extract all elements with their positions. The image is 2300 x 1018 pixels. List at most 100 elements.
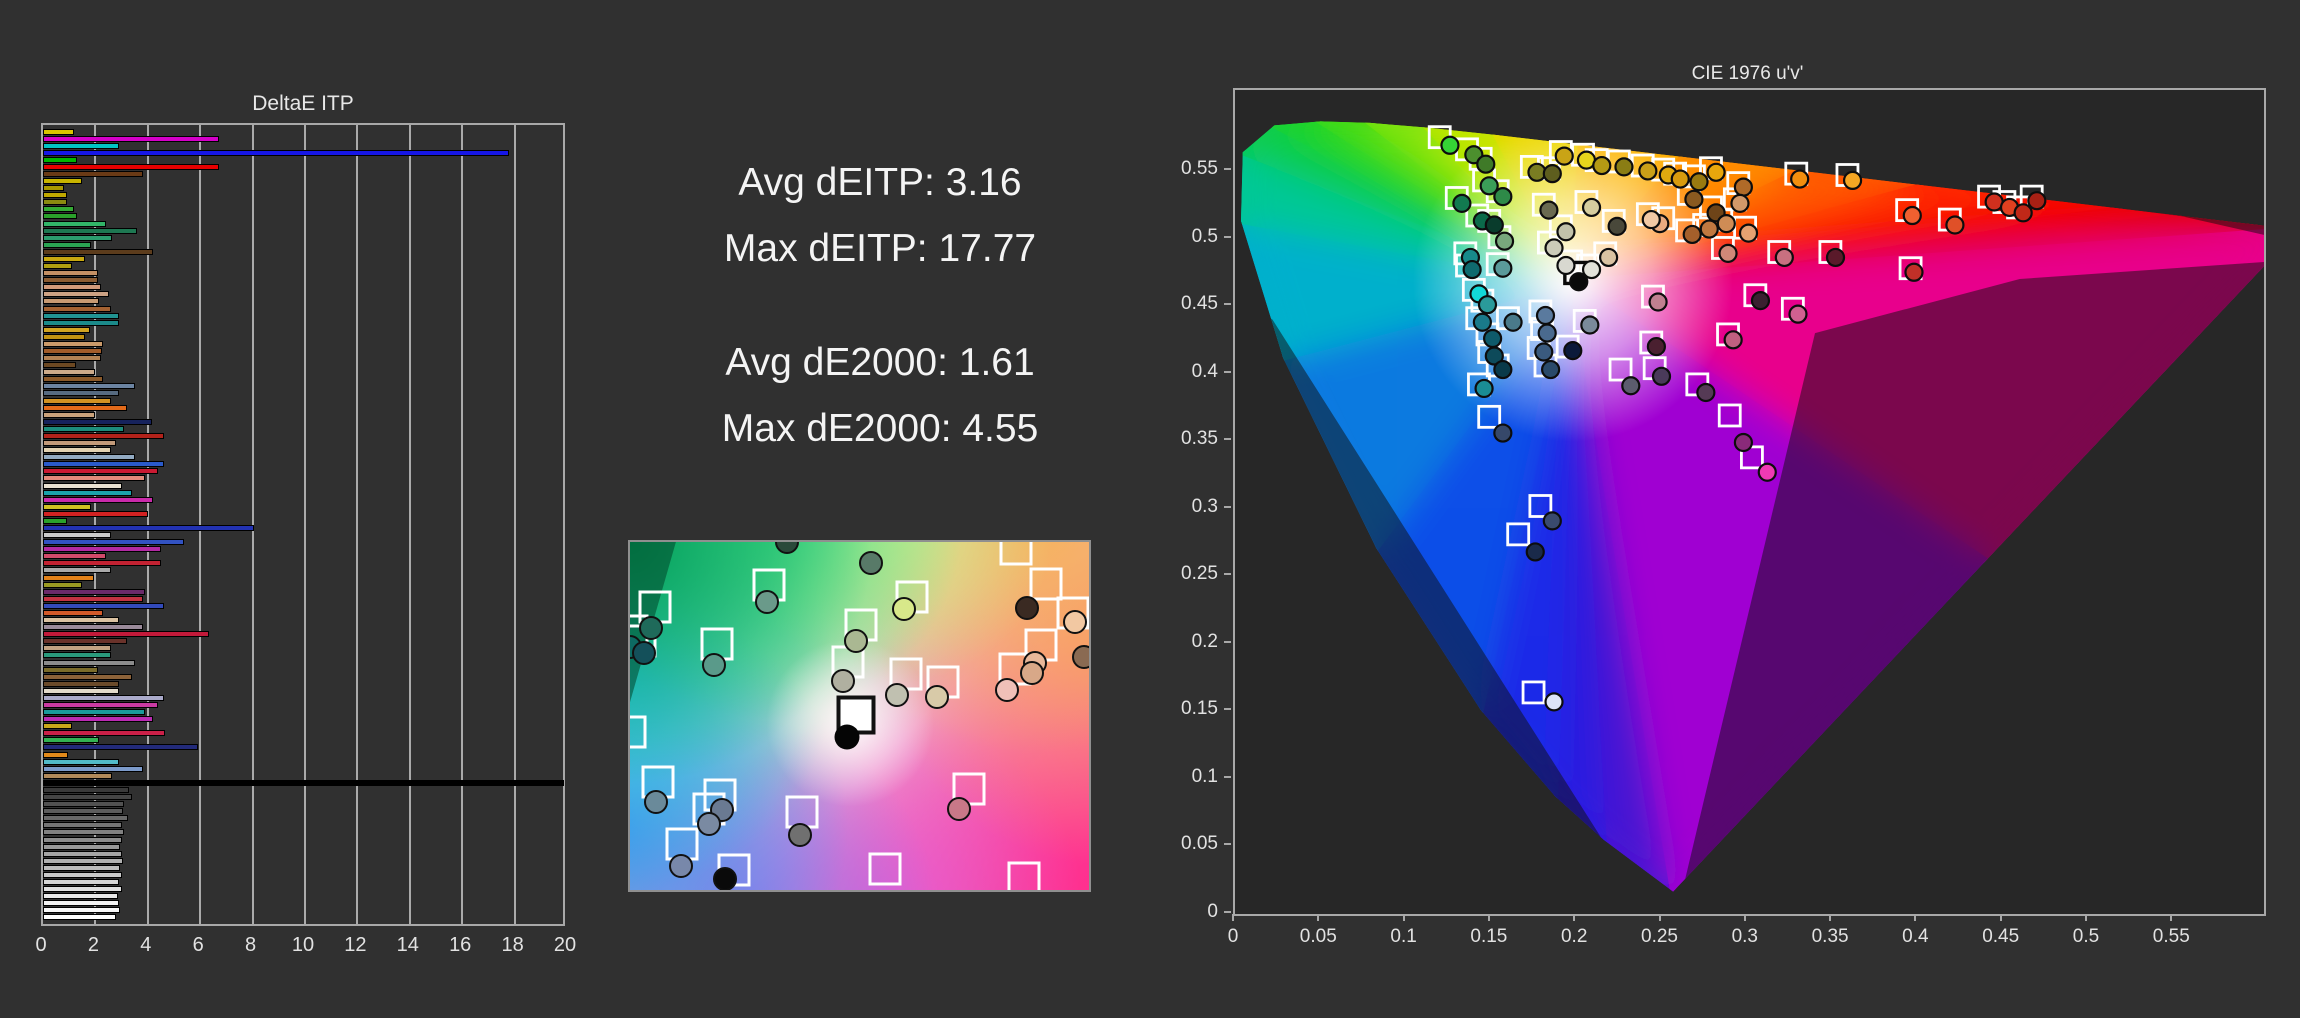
measured-circle	[1556, 255, 1576, 276]
x-tick-label: 4	[140, 934, 152, 956]
x-tick-mark	[1402, 914, 1405, 921]
bar	[43, 503, 92, 510]
measured-circle	[1716, 214, 1736, 234]
bar	[43, 907, 121, 914]
x-tick-label: 16	[449, 934, 472, 956]
bar	[43, 560, 161, 567]
bar	[43, 425, 125, 432]
bar	[43, 772, 113, 779]
x-tick-label: 0.4	[1902, 926, 1929, 947]
bar	[43, 347, 102, 354]
bar	[43, 864, 121, 871]
target-square	[630, 715, 647, 749]
bar	[43, 567, 112, 574]
measured-circle	[787, 823, 812, 848]
x-tick-mark	[1317, 914, 1320, 921]
bar	[43, 609, 104, 616]
measured-circle	[1484, 215, 1504, 235]
bar	[43, 305, 112, 312]
bar	[43, 914, 117, 921]
bar	[43, 709, 146, 716]
grid-line	[356, 125, 359, 924]
measured-circle	[1730, 193, 1750, 213]
bar	[43, 687, 119, 694]
bar	[43, 539, 185, 546]
measured-circle	[1483, 328, 1503, 349]
bar	[43, 546, 161, 553]
measured-circle	[1641, 209, 1661, 230]
bar	[43, 843, 121, 850]
bar	[43, 751, 68, 758]
measured-circle	[1452, 193, 1472, 213]
avg-deitp-value: Avg dEITP: 3.16	[738, 161, 1022, 204]
x-tick-label: 6	[192, 934, 204, 956]
bar	[43, 482, 122, 489]
measured-circle	[1733, 432, 1753, 453]
measured-circle	[892, 597, 917, 622]
bar	[43, 156, 78, 163]
bar	[43, 277, 99, 284]
measured-circle	[1554, 146, 1574, 166]
x-tick-label: 0	[1227, 926, 1239, 947]
y-tick-label: 0	[1207, 901, 1218, 922]
measured-circle	[1542, 511, 1562, 531]
x-tick-mark	[1487, 914, 1490, 921]
y-tick-label: 0.45	[1181, 293, 1218, 315]
target-square	[868, 852, 902, 886]
measured-circle	[1493, 258, 1513, 278]
bar	[43, 510, 148, 517]
bar	[43, 369, 96, 376]
x-tick-mark	[2085, 914, 2087, 921]
x-tick-label: 12	[344, 934, 367, 956]
measured-circle	[644, 789, 669, 814]
target-square	[1029, 567, 1063, 601]
measured-circle	[1842, 170, 1863, 191]
bar	[43, 333, 85, 340]
bar	[43, 794, 133, 801]
bar	[43, 652, 112, 659]
x-tick-mark	[1573, 914, 1576, 921]
measured-circle	[1670, 169, 1690, 189]
bar	[43, 199, 67, 206]
measured-circle	[1535, 305, 1556, 326]
gamut-zoom-panel	[628, 540, 1091, 892]
measured-circle	[1474, 378, 1494, 399]
bar	[43, 192, 67, 199]
bar	[43, 447, 112, 454]
bar	[43, 829, 125, 836]
y-tick-label: 0.25	[1181, 563, 1218, 585]
y-tick-label: 0.2	[1191, 630, 1218, 652]
measured-circle	[2027, 191, 2047, 211]
measured-circle	[1539, 200, 1559, 220]
bar	[43, 291, 109, 298]
measured-circle	[994, 677, 1019, 702]
bar	[43, 524, 254, 531]
cie-1976-uv-diagram	[1233, 88, 2266, 916]
deltae-itp-chart-title: DeltaE ITP	[252, 92, 354, 115]
calibration-report: DeltaE ITP 0 2 4 6 8 10 12 14 16 18 20 Avg dEITP: …	[0, 0, 2300, 1018]
bar	[43, 893, 118, 900]
y-tick-label: 0.5	[1191, 225, 1218, 247]
bar	[43, 411, 96, 418]
bar	[43, 376, 104, 383]
x-tick-label: 0.25	[1641, 926, 1678, 947]
target-square	[999, 542, 1033, 566]
measured-circle	[1472, 312, 1492, 332]
x-tick-mark	[1829, 914, 1832, 921]
x-tick-mark	[2170, 914, 2173, 921]
measured-circle	[1542, 164, 1562, 184]
max-de2000-value: Max dE2000: 4.55	[721, 407, 1039, 450]
x-tick-label: 20	[553, 934, 577, 956]
measured-circle	[1774, 247, 1794, 268]
measured-circle	[1525, 542, 1545, 562]
y-tick-mark	[1224, 775, 1231, 778]
measured-circle	[1699, 219, 1719, 239]
bar	[43, 270, 99, 277]
bar	[43, 263, 72, 270]
y-tick-mark	[1224, 303, 1231, 306]
bar	[43, 581, 83, 588]
bar	[43, 298, 100, 305]
bar	[43, 362, 76, 369]
bar	[43, 227, 138, 234]
bar	[43, 149, 509, 156]
